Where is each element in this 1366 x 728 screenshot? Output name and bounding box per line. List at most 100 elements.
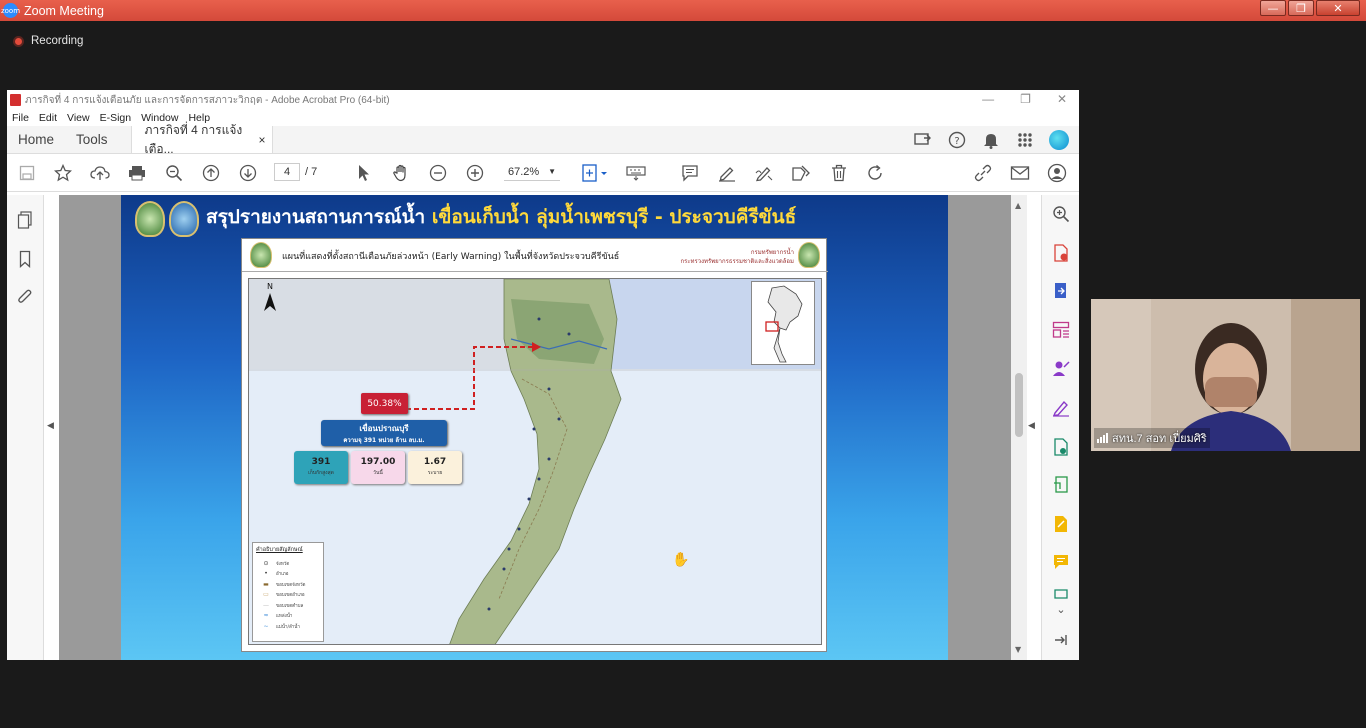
menu-esign[interactable]: E-Sign xyxy=(100,112,132,124)
scrollbar-thumb[interactable] xyxy=(1015,373,1023,437)
account-icon[interactable] xyxy=(1047,163,1067,183)
province-boundary-icon: ▬ xyxy=(263,580,269,588)
menu-edit[interactable]: Edit xyxy=(39,112,57,124)
tab-document-label: ภารกิจที่ 4 การแจ้งเตือ... xyxy=(144,122,243,156)
acrobat-minimize-button[interactable]: — xyxy=(982,92,994,106)
document-body: ◀ สรุปรายงานสถานการณ์น้ำ เขื่อนเก็บน้ำ ล… xyxy=(7,195,1079,660)
participant-video-tile[interactable]: สทน.7 สอท เปี่ยมศิริ xyxy=(1091,299,1360,451)
pdf-icon xyxy=(10,94,21,106)
collapse-left-panel-icon[interactable]: ◀ xyxy=(47,421,54,431)
fit-page-icon[interactable] xyxy=(580,163,610,183)
legend-item: • อำเภอ xyxy=(256,569,320,580)
share-screen-icon[interactable] xyxy=(913,131,932,150)
minimize-button[interactable]: — xyxy=(1260,0,1286,16)
help-icon[interactable]: ? xyxy=(947,131,966,150)
stat-release: 1.67 ระบาย xyxy=(408,451,462,484)
close-button[interactable]: ✕ xyxy=(1316,0,1360,16)
comment-tool-icon[interactable] xyxy=(1052,553,1070,571)
acrobat-titlebar: ภารกิจที่ 4 การแจ้งเตือนภัย และการจัดการ… xyxy=(7,90,1079,110)
chevron-down-icon: ▼ xyxy=(548,167,556,176)
acrobat-close-button[interactable]: ✕ xyxy=(1057,92,1067,106)
acrobat-restore-button[interactable]: ❐ xyxy=(1020,92,1031,106)
fill-sign-icon[interactable] xyxy=(1052,399,1070,417)
maximize-button[interactable]: ❐ xyxy=(1288,0,1314,16)
bookmark-icon[interactable] xyxy=(16,250,34,268)
export-pdf-icon[interactable] xyxy=(1052,282,1070,300)
scroll-up-icon[interactable]: ▲ xyxy=(1015,201,1021,210)
more-tools-chevron-icon[interactable]: ⌄ xyxy=(1052,600,1070,618)
menu-file[interactable]: File xyxy=(12,112,29,124)
tab-document[interactable]: ภารกิจที่ 4 การแจ้งเตือ... × xyxy=(130,123,273,156)
send-review-icon[interactable] xyxy=(1052,438,1070,456)
zoom-window-title: Zoom Meeting xyxy=(24,3,104,18)
zoom-search-icon[interactable] xyxy=(164,163,184,183)
tab-bar: Home Tools ภารกิจที่ 4 การแจ้งเตือ... × … xyxy=(7,123,1079,156)
map-header: แผนที่แสดงที่ตั้งสถานีเตือนภัยล่วงหน้า (… xyxy=(242,239,828,272)
tab-home[interactable]: Home xyxy=(7,126,65,153)
page-thumbnails-icon[interactable] xyxy=(16,211,34,229)
page-up-icon[interactable] xyxy=(201,163,221,183)
svg-text:?: ? xyxy=(954,136,959,147)
map-emblem-icon xyxy=(250,242,272,268)
legend-item: ⊙ จังหวัด xyxy=(256,558,320,569)
thailand-outline-icon xyxy=(765,285,803,363)
request-signature-icon[interactable] xyxy=(1052,360,1070,378)
email-icon[interactable] xyxy=(1010,163,1030,183)
tab-close-icon[interactable]: × xyxy=(259,133,266,147)
right-tools-rail: ⌄ xyxy=(1041,195,1079,660)
north-label: N xyxy=(267,282,273,291)
sign-icon[interactable] xyxy=(754,163,774,183)
recording-indicator[interactable]: Recording xyxy=(13,35,83,47)
zoom-in-icon[interactable] xyxy=(465,163,485,183)
signal-strength-icon xyxy=(1097,433,1108,443)
organize-pages-icon[interactable] xyxy=(1052,321,1070,339)
org-line-2: กระทรวงทรัพยากรธรรมชาติและสิ่งแวดล้อม xyxy=(680,258,794,265)
hand-tool-icon[interactable] xyxy=(391,163,411,183)
acrobat-window: ภารกิจที่ 4 การแจ้งเตือนภัย และการจัดการ… xyxy=(7,90,1079,660)
rotate-icon[interactable] xyxy=(865,163,885,183)
collapse-right-panel-icon[interactable]: ◀ xyxy=(1028,421,1035,431)
print-icon[interactable] xyxy=(127,163,147,183)
edit-pdf-icon[interactable] xyxy=(1052,515,1070,533)
comment-icon[interactable] xyxy=(680,163,700,183)
zoom-level-select[interactable]: 67.2% ▼ xyxy=(504,163,560,181)
province-symbol-icon: ⊙ xyxy=(263,559,269,567)
slide-title: สรุปรายงานสถานการณ์น้ำ เขื่อนเก็บน้ำ ลุ่… xyxy=(206,202,796,232)
district-boundary-icon: ▭ xyxy=(263,591,269,599)
scroll-down-icon[interactable]: ▼ xyxy=(1015,645,1021,654)
collapse-tools-icon[interactable] xyxy=(1052,631,1070,649)
participant-name: สทน.7 สอท เปี่ยมศิริ xyxy=(1112,433,1207,445)
notification-bell-icon[interactable] xyxy=(981,131,1000,150)
keyboard-icon[interactable] xyxy=(626,163,646,183)
select-arrow-icon[interactable] xyxy=(354,163,374,183)
hand-cursor-icon: ✋ xyxy=(672,552,690,568)
early-warning-map: แผนที่แสดงที่ตั้งสถานีเตือนภัยล่วงหน้า (… xyxy=(241,238,828,652)
pdf-page-slide: สรุปรายงานสถานการณ์น้ำ เขื่อนเก็บน้ำ ลุ่… xyxy=(121,195,948,660)
compress-pdf-icon[interactable] xyxy=(1052,476,1070,494)
tab-tools[interactable]: Tools xyxy=(65,126,119,153)
page-number-input[interactable]: 4 xyxy=(274,163,300,181)
highlight-pen-icon[interactable] xyxy=(717,163,737,183)
stamp-icon[interactable] xyxy=(791,163,811,183)
save-icon[interactable] xyxy=(17,163,37,183)
user-avatar[interactable] xyxy=(1049,130,1069,150)
tab-bar-right: ? xyxy=(913,130,1069,150)
attachment-icon[interactable] xyxy=(16,288,34,306)
search-zoom-icon[interactable] xyxy=(1052,205,1070,223)
org-line-1: กรมทรัพยากรน้ำ xyxy=(750,249,794,256)
upload-cloud-icon[interactable] xyxy=(90,163,110,183)
slide-title-highlight: เขื่อนเก็บน้ำ ลุ่มน้ำเพชรบุรี - ประจวบคี… xyxy=(431,206,797,228)
page-down-icon[interactable] xyxy=(238,163,258,183)
menu-view[interactable]: View xyxy=(67,112,90,124)
delete-icon[interactable] xyxy=(829,163,849,183)
vertical-scrollbar[interactable]: ▲ ▼ xyxy=(1011,195,1027,660)
water-body-icon: ≈ xyxy=(263,612,269,620)
map-title: แผนที่แสดงที่ตั้งสถานีเตือนภัยล่วงหน้า (… xyxy=(282,252,620,262)
document-canvas: สรุปรายงานสถานการณ์น้ำ เขื่อนเก็บน้ำ ลุ่… xyxy=(59,195,1016,660)
star-icon[interactable] xyxy=(53,163,73,183)
dam-name: เขื่อนปราณบุรี xyxy=(359,424,409,433)
zoom-out-icon[interactable] xyxy=(428,163,448,183)
create-pdf-icon[interactable] xyxy=(1052,244,1070,262)
link-icon[interactable] xyxy=(973,163,993,183)
apps-grid-icon[interactable] xyxy=(1015,131,1034,150)
